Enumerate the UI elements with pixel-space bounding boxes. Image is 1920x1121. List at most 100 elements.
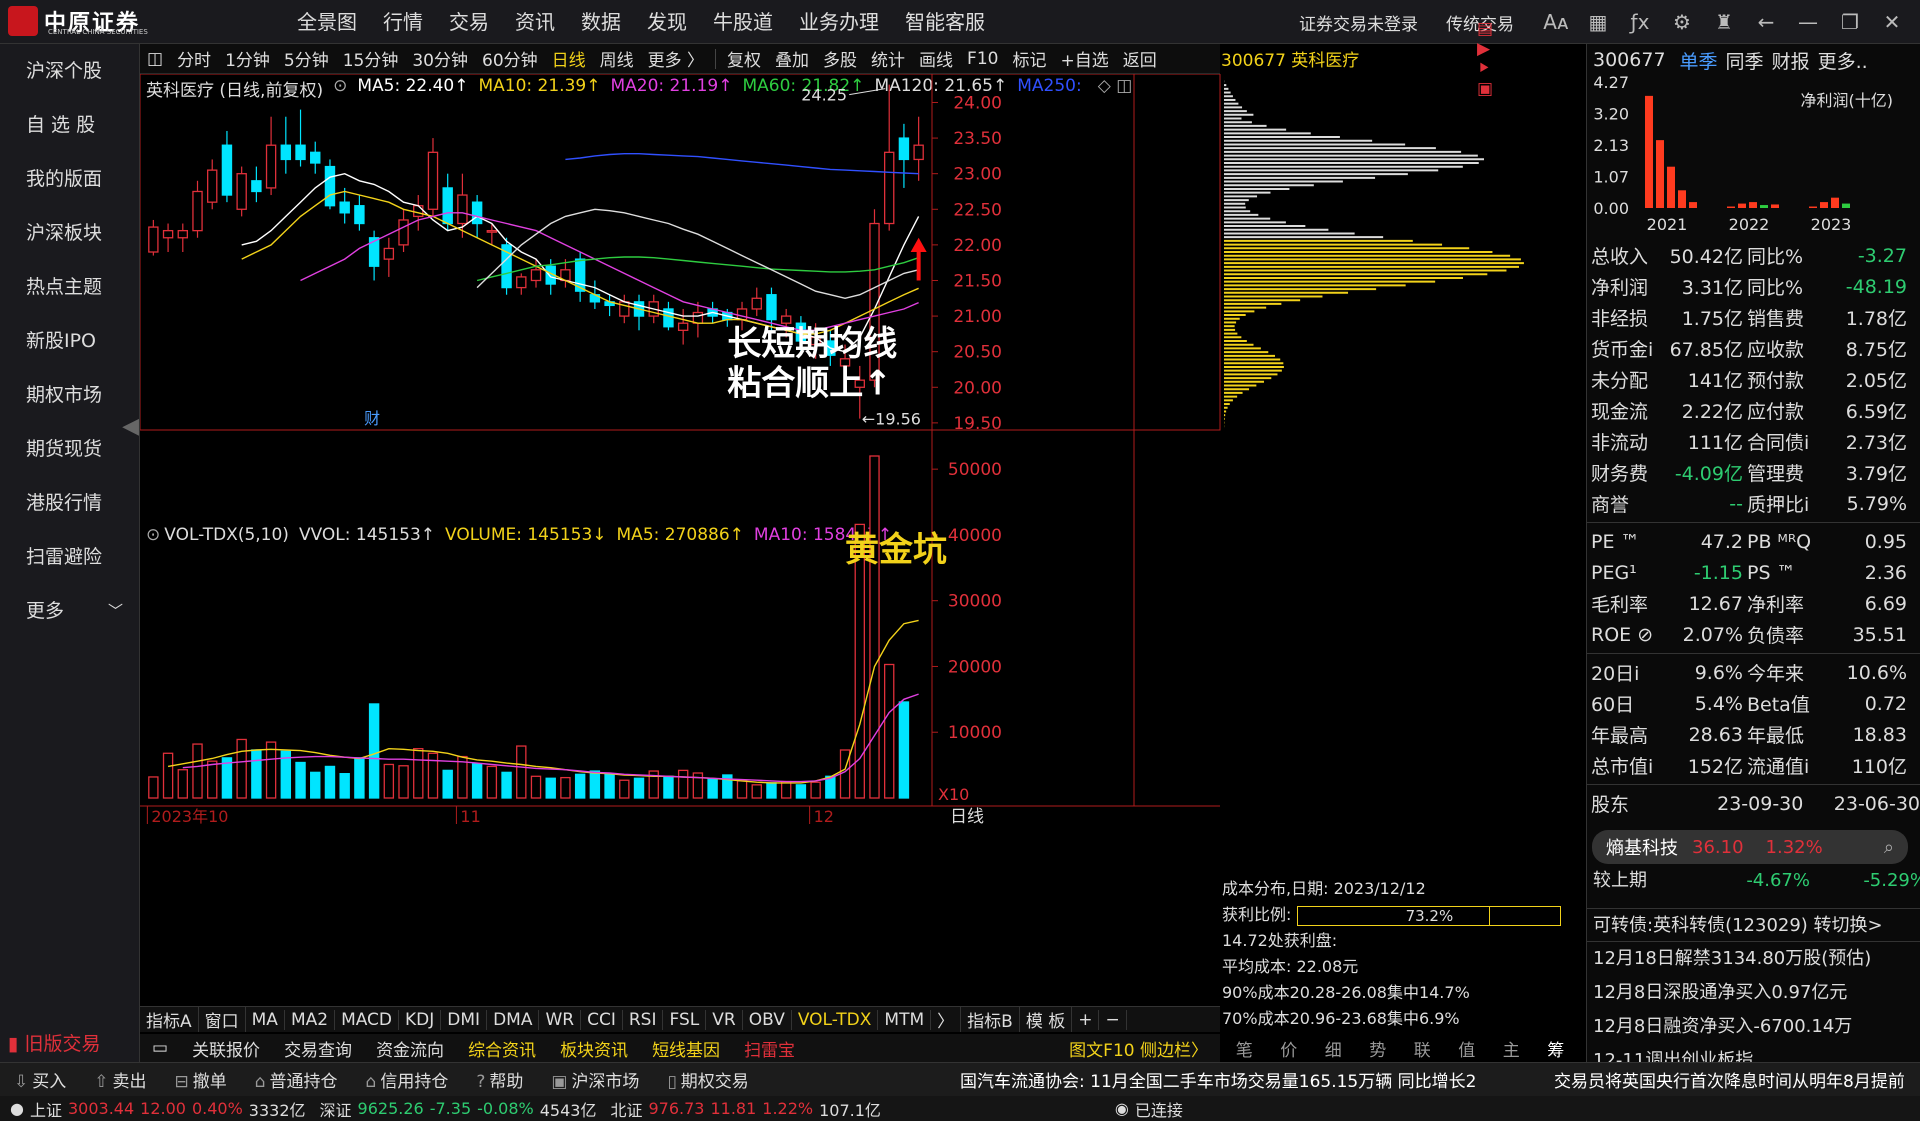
- chart-tool-4[interactable]: 画线: [912, 46, 960, 71]
- indicator-tab-5[interactable]: KDJ: [399, 1009, 442, 1030]
- indicator-tab-14[interactable]: VOL-TDX: [792, 1009, 879, 1030]
- trade-item-4[interactable]: ⌂ 信用持仓: [352, 1067, 463, 1092]
- top-nav-item-6[interactable]: 牛股道: [700, 0, 786, 44]
- trade-item-7[interactable]: ▯ 期权交易: [653, 1067, 762, 1092]
- trade-item-3[interactable]: ⌂ 普通持仓: [241, 1067, 352, 1092]
- chart-tool-3[interactable]: 统计: [864, 46, 912, 71]
- top-nav-item-8[interactable]: 智能客服: [892, 0, 998, 44]
- indicator-tab-6[interactable]: DMI: [441, 1009, 488, 1030]
- chart-tool-0[interactable]: 复权: [720, 46, 768, 71]
- top-nav-item-3[interactable]: 资讯: [502, 0, 568, 44]
- cost-tab-5[interactable]: 值: [1445, 1036, 1490, 1061]
- news-item-2[interactable]: 12月8日深股通净买入0.97亿元: [1587, 976, 1920, 1010]
- close-icon[interactable]: ✕: [1878, 10, 1906, 34]
- indicator-tab-3[interactable]: MA2: [285, 1009, 336, 1030]
- chevron-down-icon[interactable]: ﹀: [108, 584, 123, 638]
- sh-index[interactable]: 3003.44: [68, 1099, 134, 1118]
- news-ticker[interactable]: 国汽车流通协会: 11月全国二手车市场交易量165.15万辆 同比增长2: [960, 1067, 1476, 1092]
- collapse-arrow-icon[interactable]: ◀: [122, 414, 139, 439]
- cost-tab-4[interactable]: 联: [1400, 1036, 1445, 1061]
- indicator-tab-1[interactable]: 窗口: [199, 1007, 246, 1032]
- back-arrow-icon[interactable]: ←: [1752, 10, 1780, 34]
- sidebar-item-1[interactable]: 自 选 股: [0, 98, 139, 152]
- chart-tool-2[interactable]: 多股: [816, 46, 864, 71]
- indicator-tab-7[interactable]: DMA: [487, 1009, 540, 1030]
- period-5[interactable]: 60分钟: [475, 46, 545, 71]
- top-nav-item-2[interactable]: 交易: [436, 0, 502, 44]
- news-item-3[interactable]: 12月8日融资净买入-6700.14万: [1587, 1010, 1920, 1044]
- trade-item-1[interactable]: ⇧ 卖出: [80, 1067, 160, 1092]
- period-2[interactable]: 5分钟: [277, 46, 336, 71]
- chart-tool-8[interactable]: 返回: [1116, 46, 1164, 71]
- indicator-tab-18[interactable]: 模 板: [1020, 1007, 1073, 1032]
- period-0[interactable]: 分时: [170, 46, 218, 71]
- period-4[interactable]: 30分钟: [405, 46, 475, 71]
- search-icon[interactable]: ⌕: [1884, 837, 1894, 858]
- gear-icon[interactable]: ⚙: [1668, 10, 1696, 34]
- indicator-tab-19[interactable]: +: [1072, 1009, 1100, 1030]
- formula-icon[interactable]: ƒx: [1626, 10, 1654, 34]
- financial-marker[interactable]: 财: [364, 409, 380, 428]
- link-item-3[interactable]: 综合资讯: [456, 1036, 548, 1061]
- kline-chart[interactable]: 24.00 23.50 23.00 22.50 22.00 21.50 21.00 20.50…: [140, 74, 1586, 1006]
- indicator-tab-13[interactable]: OBV: [743, 1009, 792, 1030]
- period-indicator[interactable]: 日线: [950, 807, 984, 827]
- top-nav-item-1[interactable]: 行情: [370, 0, 436, 44]
- chart-tool-7[interactable]: +自选: [1053, 46, 1115, 71]
- f10-sidebar-link[interactable]: 图文F10 侧边栏〉: [1057, 1036, 1220, 1061]
- floating-stock-search[interactable]: 熵基科技 36.10 1.32% ⌕: [1592, 830, 1908, 864]
- sidebar-item-0[interactable]: 沪深个股: [0, 44, 139, 98]
- indicator-tab-15[interactable]: MTM: [878, 1009, 932, 1030]
- old-version-trade-link[interactable]: ▮ 旧版交易: [8, 1029, 101, 1056]
- cost-tab-2[interactable]: 细: [1311, 1036, 1356, 1061]
- login-status[interactable]: 证券交易未登录: [1299, 10, 1418, 35]
- font-size-icon[interactable]: Aᴀ: [1542, 10, 1570, 34]
- restore-icon[interactable]: ❐: [1836, 10, 1864, 34]
- sidebar-item-4[interactable]: 热点主题: [0, 260, 139, 314]
- period-6[interactable]: 日线: [545, 46, 593, 71]
- period-1[interactable]: 1分钟: [218, 46, 277, 71]
- sidebar-item-9[interactable]: 扫雷避险: [0, 530, 139, 584]
- link-item-6[interactable]: 扫雷宝: [732, 1036, 807, 1061]
- indicator-tab-2[interactable]: MA: [246, 1009, 285, 1030]
- bz-index[interactable]: 976.73: [648, 1099, 704, 1118]
- top-nav-item-0[interactable]: 全景图: [284, 0, 370, 44]
- indicator-tab-4[interactable]: MACD: [335, 1009, 400, 1030]
- period-7[interactable]: 周线: [593, 46, 641, 71]
- sidebar-item-8[interactable]: 港股行情: [0, 476, 139, 530]
- trade-item-5[interactable]: ? 帮助: [462, 1067, 537, 1092]
- indicator-tab-17[interactable]: 指标B: [961, 1007, 1020, 1032]
- sidebar-item-3[interactable]: 沪深板块: [0, 206, 139, 260]
- sidebar-item-2[interactable]: 我的版面: [0, 152, 139, 206]
- sidebar-item-7[interactable]: 期货现货: [0, 422, 139, 476]
- top-nav-item-4[interactable]: 数据: [568, 0, 634, 44]
- link-item-5[interactable]: 短线基因: [640, 1036, 732, 1061]
- right-tab-1[interactable]: 同季: [1726, 47, 1764, 74]
- indicator-tab-10[interactable]: RSI: [623, 1009, 664, 1030]
- indicator-tab-12[interactable]: VR: [706, 1009, 743, 1030]
- indicator-tab-0[interactable]: 指标A: [140, 1007, 199, 1032]
- trade-item-0[interactable]: ⇩ 买入: [0, 1067, 80, 1092]
- sidebar-item-10[interactable]: 更多 ﹀: [0, 584, 139, 638]
- period-3[interactable]: 15分钟: [336, 46, 406, 71]
- top-nav-item-7[interactable]: 业务办理: [786, 0, 892, 44]
- news-ticker-2[interactable]: 交易员将英国央行首次降息时间从明年8月提前: [1554, 1067, 1905, 1092]
- sidebar-item-5[interactable]: 新股IPO: [0, 314, 139, 368]
- top-nav-item-5[interactable]: 发现: [634, 0, 700, 44]
- link-item-1[interactable]: 交易查询: [272, 1036, 364, 1061]
- indicator-tab-11[interactable]: FSL: [663, 1009, 707, 1030]
- minimize-icon[interactable]: —: [1794, 10, 1822, 34]
- right-tab-0[interactable]: 单季: [1680, 47, 1718, 74]
- chart-tool-6[interactable]: 标记: [1005, 46, 1053, 71]
- news-item-1[interactable]: 12月18日解禁3134.80万股(预估): [1587, 942, 1920, 976]
- cost-tab-6[interactable]: 主: [1489, 1036, 1534, 1061]
- cost-tab-1[interactable]: 价: [1267, 1036, 1312, 1061]
- period-8[interactable]: 更多 〉: [641, 46, 711, 71]
- sidebar-item-6[interactable]: 期权市场: [0, 368, 139, 422]
- trade-item-6[interactable]: ▣ 沪深市场: [537, 1067, 653, 1092]
- link-bar-toggle-icon[interactable]: ▭: [140, 1038, 180, 1058]
- panel-toggle-icon[interactable]: ◫: [140, 49, 170, 69]
- link-item-2[interactable]: 资金流向: [364, 1036, 456, 1061]
- layout-grid-icon[interactable]: ▦: [1584, 10, 1612, 34]
- sz-index[interactable]: 9625.26: [358, 1099, 424, 1118]
